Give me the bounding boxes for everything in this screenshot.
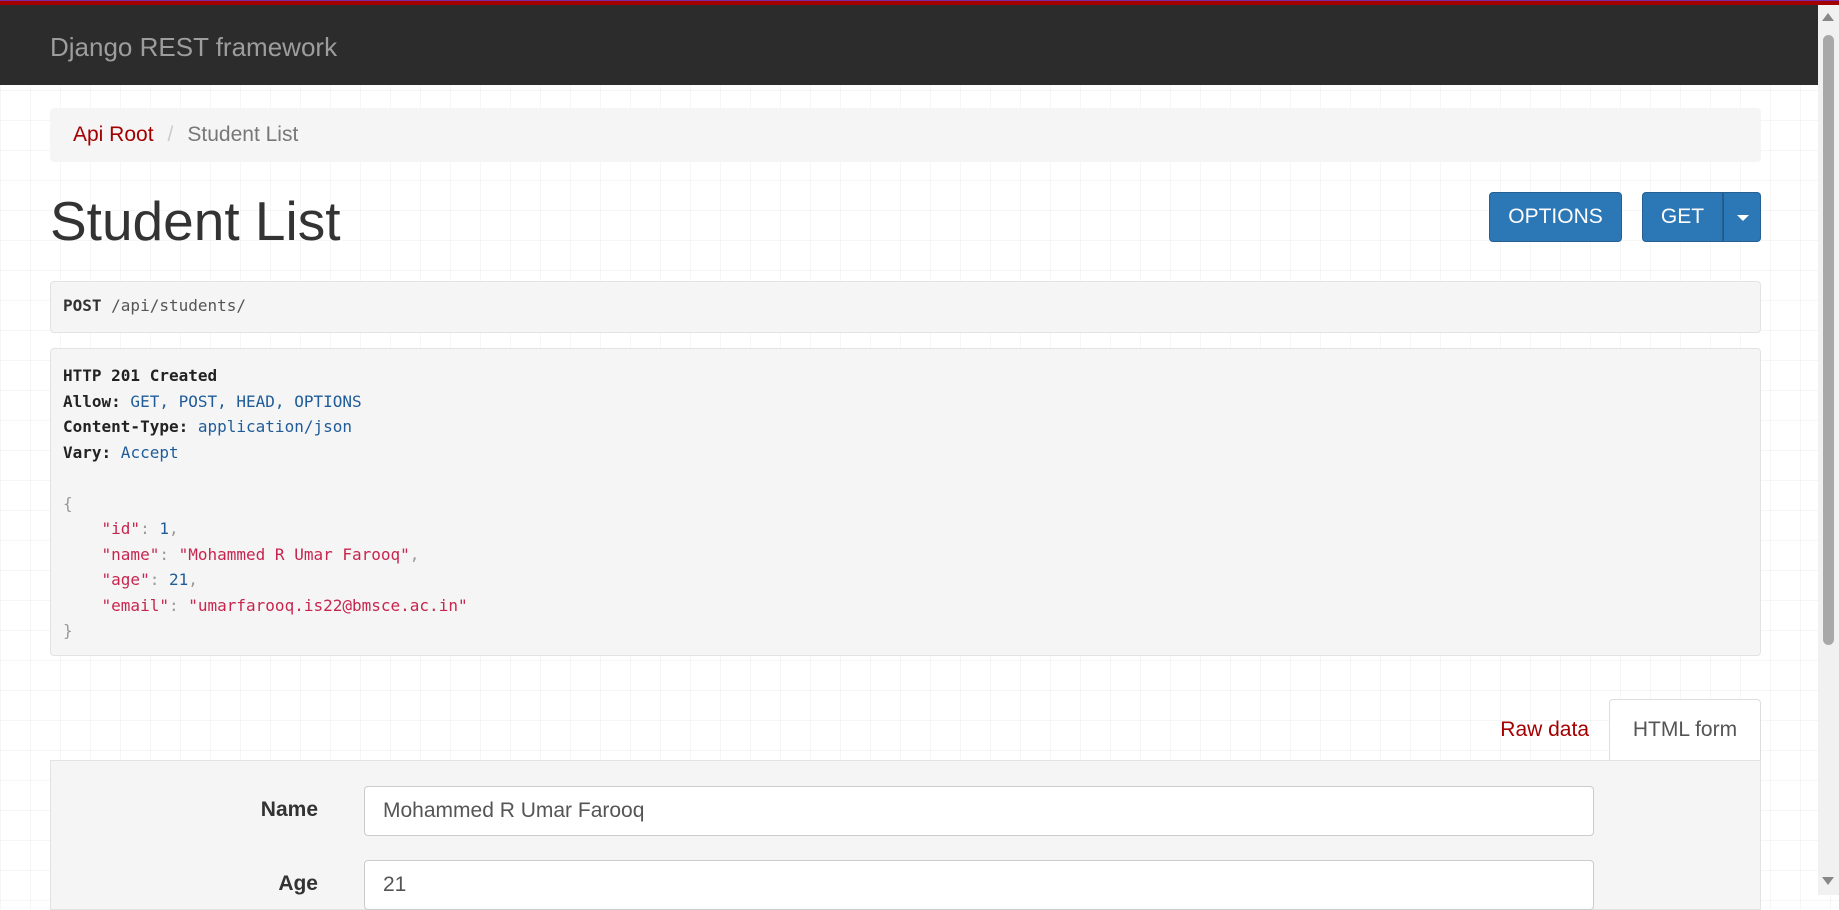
form-tabs: Raw data HTML form <box>50 699 1761 761</box>
page-title: Student List <box>50 190 341 252</box>
response-info: HTTP 201 Created Allow: GET, POST, HEAD,… <box>50 348 1761 656</box>
response-header-content-type: Content-Type: application/json <box>63 414 1748 440</box>
content-container: Api Root / Student List Student List OPT… <box>50 108 1761 910</box>
json-key: "email" <box>101 595 169 615</box>
get-format-dropdown[interactable] <box>1723 192 1761 242</box>
name-label: Name <box>260 798 318 821</box>
json-value: "Mohammed R Umar Farooq" <box>178 544 410 564</box>
json-field-age: "age": 21, <box>101 570 198 589</box>
header-value: GET, POST, HEAD, OPTIONS <box>120 391 362 411</box>
header-value: Accept <box>111 442 179 462</box>
age-label: Age <box>278 872 318 895</box>
json-open-brace: { <box>63 493 73 513</box>
request-path: /api/students/ <box>101 296 247 315</box>
json-key: "age" <box>101 570 150 589</box>
breadcrumb-current: Student List <box>187 123 299 146</box>
get-button[interactable]: GET <box>1642 192 1723 242</box>
navbar-brand[interactable]: Django REST framework <box>50 5 337 85</box>
response-header-vary: Vary: Accept <box>63 440 1748 466</box>
html-form: Name Age <box>50 760 1761 910</box>
json-value: "umarfarooq.is22@bmsce.ac.in" <box>188 595 468 615</box>
header-name: Content-Type: <box>63 417 189 436</box>
tab-html-form[interactable]: HTML form <box>1609 699 1761 761</box>
json-value: 21 <box>168 570 189 589</box>
header-value: application/json <box>188 417 352 436</box>
scroll-up-icon[interactable] <box>1822 13 1834 21</box>
navbar: Django REST framework <box>0 5 1818 85</box>
json-key: "id" <box>101 519 141 538</box>
json-key: "name" <box>101 544 160 564</box>
json-value: 1 <box>159 519 169 538</box>
breadcrumb-separator: / <box>167 123 174 146</box>
scrollbar[interactable] <box>1818 5 1839 895</box>
json-field-email: "email": "umarfarooq.is22@bmsce.ac.in" <box>101 595 468 615</box>
request-method: POST <box>63 296 102 315</box>
scrollbar-thumb[interactable] <box>1823 35 1834 645</box>
get-button-group: GET <box>1642 192 1761 242</box>
options-button[interactable]: OPTIONS <box>1489 192 1622 242</box>
breadcrumb-api-root[interactable]: Api Root <box>73 123 154 147</box>
age-input[interactable] <box>364 860 1594 910</box>
caret-down-icon <box>1737 215 1749 221</box>
breadcrumb: Api Root / Student List <box>50 108 1761 162</box>
json-close-brace: } <box>63 621 73 640</box>
tab-raw-data[interactable]: Raw data <box>1500 699 1589 761</box>
form-row-age: Age <box>51 860 1762 910</box>
form-row-name: Name <box>51 786 1762 836</box>
json-field-id: "id": 1, <box>101 519 179 538</box>
request-info: POST /api/students/ <box>50 281 1761 333</box>
header-name: Vary: <box>63 442 112 462</box>
scroll-down-icon[interactable] <box>1822 877 1834 885</box>
response-header-allow: Allow: GET, POST, HEAD, OPTIONS <box>63 389 1748 415</box>
header-name: Allow: <box>63 391 121 411</box>
json-field-name: "name": "Mohammed R Umar Farooq", <box>101 544 420 564</box>
name-input[interactable] <box>364 786 1594 836</box>
response-status: HTTP 201 Created <box>63 366 218 385</box>
